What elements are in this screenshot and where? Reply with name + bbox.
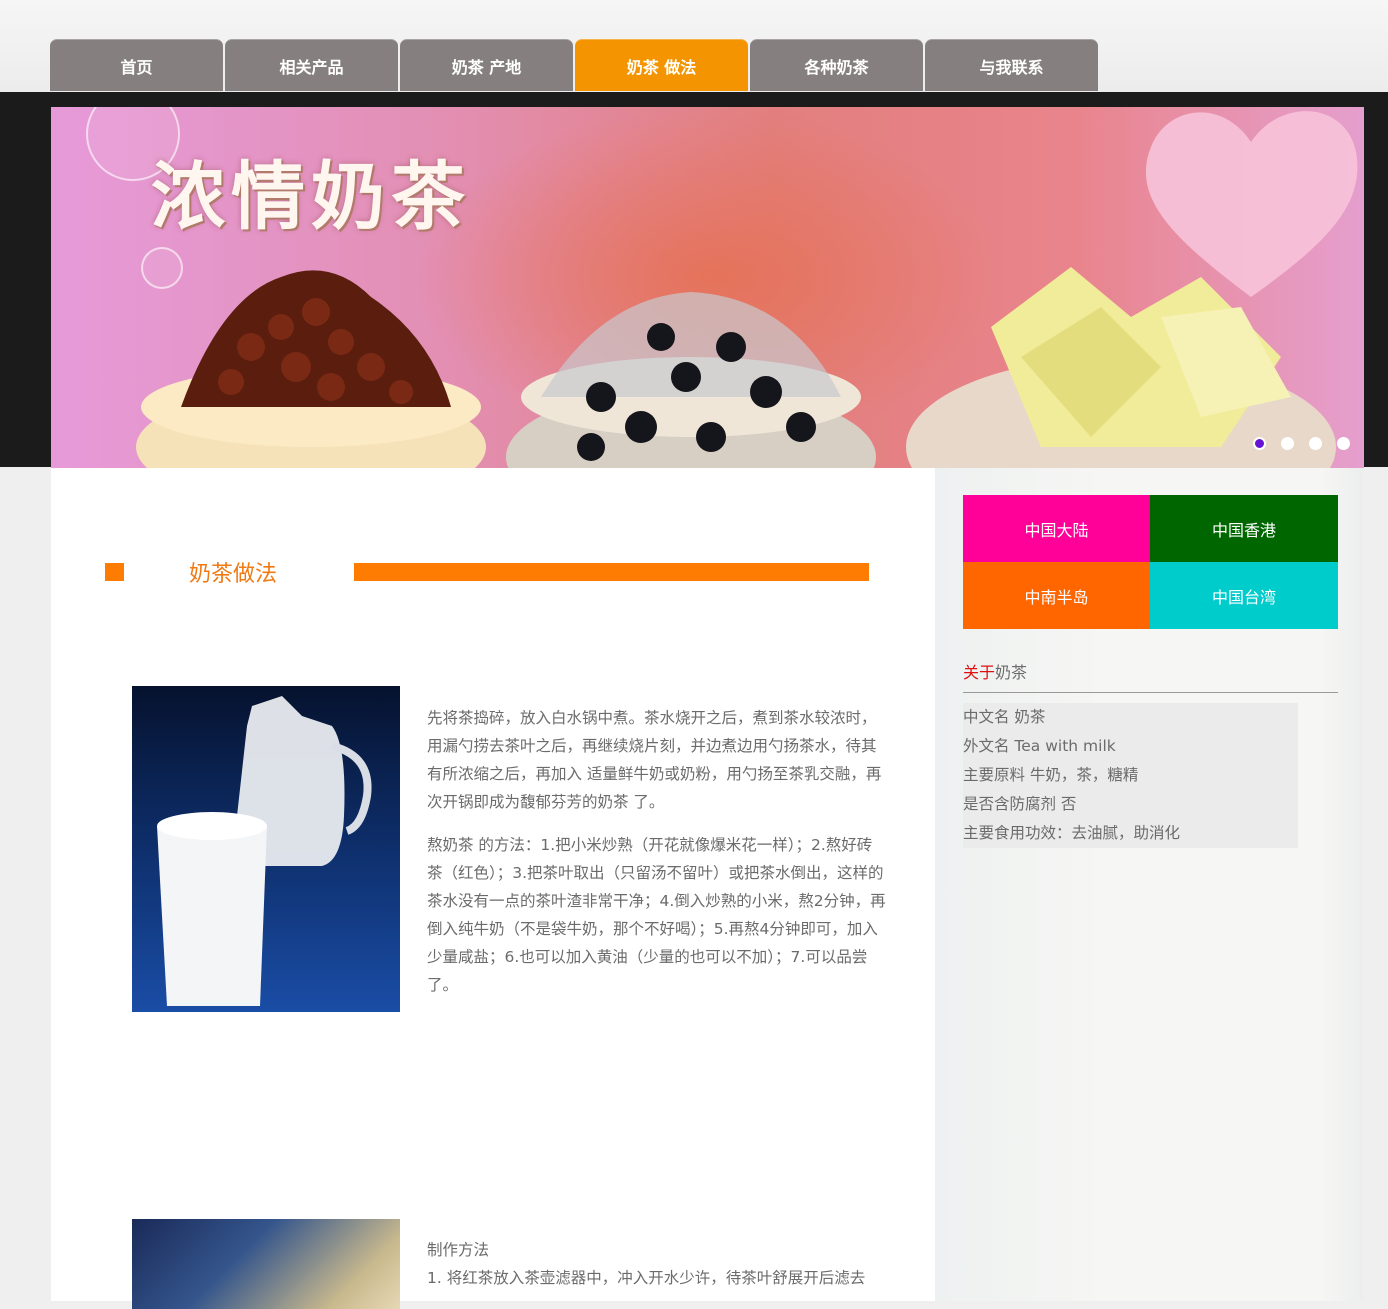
tea-image <box>132 1219 400 1309</box>
tab-varieties[interactable]: 各种奶茶 <box>750 39 923 91</box>
region-hongkong-button[interactable]: 中国香港 <box>1150 495 1338 562</box>
fact-item: 外文名 Tea with milk <box>963 737 1116 755</box>
fact-item: 主要食用功效：去油腻，助消化 <box>963 824 1181 842</box>
region-indochina-button[interactable]: 中南半岛 <box>963 562 1150 629</box>
region-mainland-button[interactable]: 中国大陆 <box>963 495 1150 562</box>
recipe-method: 制作方法 1. 将红茶放入茶壶滤器中，冲入开水少许，待茶叶舒展开后滤去 <box>427 1236 887 1292</box>
carousel-dot-3[interactable] <box>1309 437 1322 450</box>
fact-item: 主要原料 牛奶，茶，糖精 <box>963 766 1139 784</box>
about-heading-prefix: 关于 <box>963 663 996 682</box>
main-content: 奶茶做法 先将茶捣碎，放入白水锅中煮。茶水烧开之后，煮到茶水较浓时，用漏勺捞去茶… <box>51 468 935 1309</box>
banner-title: 浓情奶茶 <box>151 154 471 240</box>
dessert-red-bean-image <box>136 270 486 468</box>
tab-home[interactable]: 首页 <box>50 39 223 91</box>
carousel-dot-2[interactable] <box>1281 437 1294 450</box>
milk-image <box>132 686 400 1012</box>
region-taiwan-button[interactable]: 中国台湾 <box>1150 562 1338 629</box>
carousel-dot-1[interactable] <box>1253 437 1266 450</box>
recipe-paragraph-1: 先将茶捣碎，放入白水锅中煮。茶水烧开之后，煮到茶水较浓时，用漏勺捞去茶叶之后，再… <box>427 709 882 811</box>
about-heading-suffix: 奶茶 <box>995 663 1028 682</box>
milk-glass-and-jug-icon <box>157 696 372 1006</box>
carousel-dot-4[interactable] <box>1337 437 1350 450</box>
about-divider <box>963 692 1338 693</box>
section-header: 奶茶做法 <box>105 562 869 587</box>
sidebar: 中国大陆 中国香港 中南半岛 中国台湾 关于奶茶 中文名 奶茶 外文名 Tea … <box>936 468 1363 1301</box>
hero-banner: 浓情奶茶 <box>51 107 1364 468</box>
carousel-dots <box>1253 437 1350 450</box>
main-nav: 首页 相关产品 奶茶 产地 奶茶 做法 各种奶茶 与我联系 <box>50 39 1100 92</box>
tab-products[interactable]: 相关产品 <box>225 39 398 91</box>
section-square-icon <box>105 563 124 581</box>
fact-item: 中文名 奶茶 <box>963 708 1046 726</box>
recipe-method-title: 制作方法 <box>427 1241 490 1259</box>
tab-contact[interactable]: 与我联系 <box>925 39 1098 91</box>
fact-item: 是否含防腐剂 否 <box>963 795 1077 813</box>
recipe-method-step-1: 1. 将红茶放入茶壶滤器中，冲入开水少许，待茶叶舒展开后滤去 <box>427 1269 866 1287</box>
about-heading: 关于奶茶 <box>963 659 1027 683</box>
dessert-mango-image <box>906 267 1336 468</box>
dessert-pearl-image <box>506 292 876 468</box>
region-grid: 中国大陆 中国香港 中南半岛 中国台湾 <box>963 495 1338 629</box>
tab-recipe[interactable]: 奶茶 做法 <box>575 39 748 91</box>
recipe-paragraph-2: 熬奶茶 的方法：1.把小米炒熟（开花就像爆米花一样）；2.熬好砖茶（红色）；3.… <box>427 836 886 994</box>
section-title: 奶茶做法 <box>189 562 278 587</box>
about-facts-list: 中文名 奶茶 外文名 Tea with milk 主要原料 牛奶，茶，糖精 是否… <box>963 703 1298 848</box>
tab-origin[interactable]: 奶茶 产地 <box>400 39 573 91</box>
section-divider-bar <box>354 563 869 581</box>
